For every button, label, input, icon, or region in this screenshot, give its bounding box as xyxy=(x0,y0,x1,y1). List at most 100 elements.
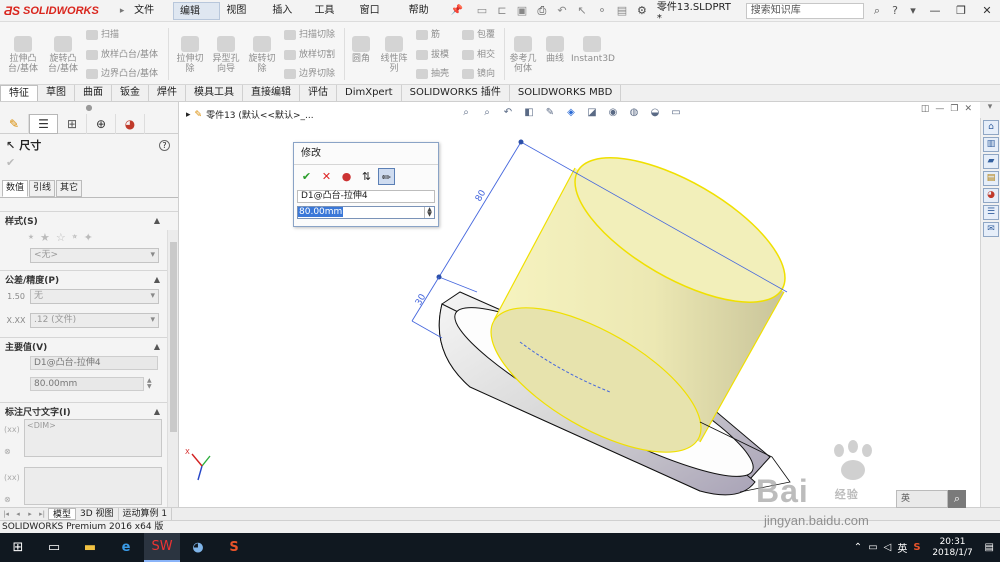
dimension-80-label[interactable]: 80 xyxy=(474,188,489,203)
collapse-icon[interactable]: ▲ xyxy=(154,342,160,351)
tab-direct-editing[interactable]: 直接编辑 xyxy=(243,85,300,101)
tab-value[interactable]: 数值 xyxy=(2,180,29,197)
menu-tools[interactable]: 工具(T) xyxy=(308,2,353,34)
tab-motion-study-1[interactable]: 运动算例 1 xyxy=(119,508,173,520)
tab-sketch[interactable]: 草图 xyxy=(38,85,75,101)
windows-start-icon[interactable]: ⊞ xyxy=(0,533,36,562)
wrap-button[interactable]: 包覆 xyxy=(462,28,495,42)
tab-sheet-metal[interactable]: 钣金 xyxy=(112,85,149,101)
minimize-icon[interactable]: — xyxy=(922,4,948,17)
menu-insert[interactable]: 插入(I) xyxy=(266,2,308,34)
value-spinner[interactable]: ▲ ▼ xyxy=(147,378,152,390)
file-explorer-taskbar-icon[interactable]: ▬ xyxy=(72,533,108,562)
curves-button[interactable]: 曲线 xyxy=(541,36,569,64)
first-tab-arrow-icon[interactable]: |◂ xyxy=(0,510,12,518)
tolerance-type-dropdown[interactable]: 无 xyxy=(30,288,159,304)
dimension-text-icon[interactable]: ⊗ xyxy=(4,441,24,463)
extruded-cylinder[interactable] xyxy=(470,129,806,480)
system-clock[interactable]: 20:31 2018/1/7 xyxy=(927,537,979,559)
print-icon[interactable]: ⎙ xyxy=(533,3,551,19)
design-library-icon[interactable]: ▥ xyxy=(983,137,999,152)
tab-mold-tools[interactable]: 模具工具 xyxy=(186,85,243,101)
extruded-boss-button[interactable]: 拉伸凸 台/基体 xyxy=(4,36,42,74)
solidworks-logo[interactable]: ƋS SOLIDWORKS xyxy=(0,0,116,22)
tab-addins[interactable]: SOLIDWORKS 插件 xyxy=(402,85,510,101)
rebuild-traffic-light-icon[interactable]: ● xyxy=(338,168,355,185)
dimxpert-manager-tab[interactable]: ⊕ xyxy=(87,114,116,134)
instant3d-button[interactable]: Instant3D xyxy=(571,36,615,64)
sweep-button[interactable]: 扫描 xyxy=(86,28,119,42)
dimension-30[interactable]: 30 xyxy=(411,276,443,339)
apply-style-icon[interactable]: ⭑ xyxy=(28,230,34,244)
task-view-icon[interactable]: ▭ xyxy=(36,533,72,562)
task-pane-toggle[interactable]: ▾ xyxy=(980,102,1000,118)
dimension-text-icon[interactable]: ⊗ xyxy=(4,489,24,507)
chevron-down-icon[interactable]: ▾ xyxy=(904,4,922,17)
linear-pattern-button[interactable]: 线性阵 列 xyxy=(378,36,410,74)
tab-model[interactable]: 模型 xyxy=(48,508,77,520)
tab-3d-views[interactable]: 3D 视图 xyxy=(76,508,119,520)
collapse-icon[interactable]: ▲ xyxy=(154,275,160,284)
appearances-icon[interactable]: ◕ xyxy=(983,188,999,203)
menu-help[interactable]: 帮助(H) xyxy=(403,2,450,34)
close-icon[interactable]: ✕ xyxy=(974,4,1000,17)
scrollbar-thumb[interactable] xyxy=(170,242,177,432)
save-icon[interactable]: ▣ xyxy=(513,3,531,19)
menu-window[interactable]: 窗口(W) xyxy=(354,2,403,34)
revolved-cut-button[interactable]: 旋转切 除 xyxy=(244,36,280,74)
prev-tab-arrow-icon[interactable]: ◂ xyxy=(12,510,24,518)
file-explorer-icon[interactable]: ▰ xyxy=(983,154,999,169)
app-taskbar-icon[interactable]: ◕ xyxy=(180,533,216,562)
panel-grip[interactable]: ● xyxy=(0,102,178,114)
menu-expand-icon[interactable]: ▸ xyxy=(116,6,128,16)
reverse-sense-icon[interactable]: ⇅ xyxy=(358,168,375,185)
view-palette-icon[interactable]: ▤ xyxy=(983,171,999,186)
menu-edit[interactable]: 编辑(E) xyxy=(172,1,221,35)
value-spin-icon[interactable]: ▲ ▼ xyxy=(424,207,434,218)
dimension-text-icon[interactable]: (xx) xyxy=(4,467,24,489)
shell-button[interactable]: 抽壳 xyxy=(416,67,449,81)
rebuild-icon[interactable]: ⚬ xyxy=(593,3,611,19)
hole-wizard-button[interactable]: 异型孔 向导 xyxy=(208,36,244,74)
help-question-icon[interactable]: ? xyxy=(886,4,904,17)
ok-check-icon[interactable]: ✔ xyxy=(0,156,178,174)
swept-cut-button[interactable]: 扫描切除 xyxy=(284,28,335,42)
solidworks-resources-icon[interactable]: ⌂ xyxy=(983,120,999,135)
tab-leaders[interactable]: 引线 xyxy=(29,180,56,197)
wps-tray-icon[interactable]: S xyxy=(913,542,920,553)
load-style-icon[interactable]: ✦ xyxy=(84,231,93,244)
style-dropdown[interactable]: <无> xyxy=(30,247,159,263)
last-tab-arrow-icon[interactable]: ▸| xyxy=(36,510,48,518)
lofted-cut-button[interactable]: 放样切割 xyxy=(284,48,335,62)
cancel-x-icon[interactable]: ✕ xyxy=(318,168,335,185)
modify-value-input[interactable]: 80.00mm ▲ ▼ xyxy=(297,206,435,219)
search-icon[interactable]: ⌕ xyxy=(948,490,966,508)
style-group-header[interactable]: 样式(S) ▲ xyxy=(0,212,178,228)
fillet-button[interactable]: 圆角 xyxy=(346,36,376,64)
search-icon[interactable]: ⌕ xyxy=(868,4,886,18)
save-style-icon[interactable]: ⭒ xyxy=(72,230,78,244)
boundary-boss-button[interactable]: 边界凸台/基体 xyxy=(86,67,158,81)
tab-other[interactable]: 其它 xyxy=(56,180,83,197)
dimension-30-label[interactable]: 30 xyxy=(414,292,429,307)
precision-dropdown[interactable]: .12 (文件) xyxy=(30,312,159,328)
modify-dimension-name-field[interactable]: D1@凸台-拉伸4 xyxy=(297,190,435,203)
ime-indicator[interactable]: 英 xyxy=(897,540,907,555)
new-document-icon[interactable]: ▭ xyxy=(473,3,491,19)
dimension-text-lower-field[interactable] xyxy=(24,467,162,505)
menu-view[interactable]: 视图(V) xyxy=(220,2,266,34)
options-gear-icon[interactable]: ⚙ xyxy=(633,3,651,19)
dimension-text-group-header[interactable]: 标注尺寸文字(I) ▲ xyxy=(0,403,178,419)
add-star-icon[interactable]: ☆ xyxy=(56,231,66,244)
help-icon[interactable]: ? xyxy=(159,139,170,151)
tab-features[interactable]: 特征 xyxy=(0,85,38,101)
dimension-text-field[interactable]: <DIM> xyxy=(24,419,162,457)
primary-value-field[interactable]: 80.00mm xyxy=(30,377,144,391)
configuration-manager-tab[interactable]: ⊞ xyxy=(58,114,87,134)
collapse-icon[interactable]: ▲ xyxy=(154,216,160,225)
tab-surfaces[interactable]: 曲面 xyxy=(75,85,112,101)
draft-button[interactable]: 拔模 xyxy=(416,48,449,62)
tab-weldments[interactable]: 焊件 xyxy=(149,85,186,101)
file-properties-icon[interactable]: ▤ xyxy=(613,3,631,19)
dimension-text-icon[interactable]: (xx) xyxy=(4,419,24,441)
